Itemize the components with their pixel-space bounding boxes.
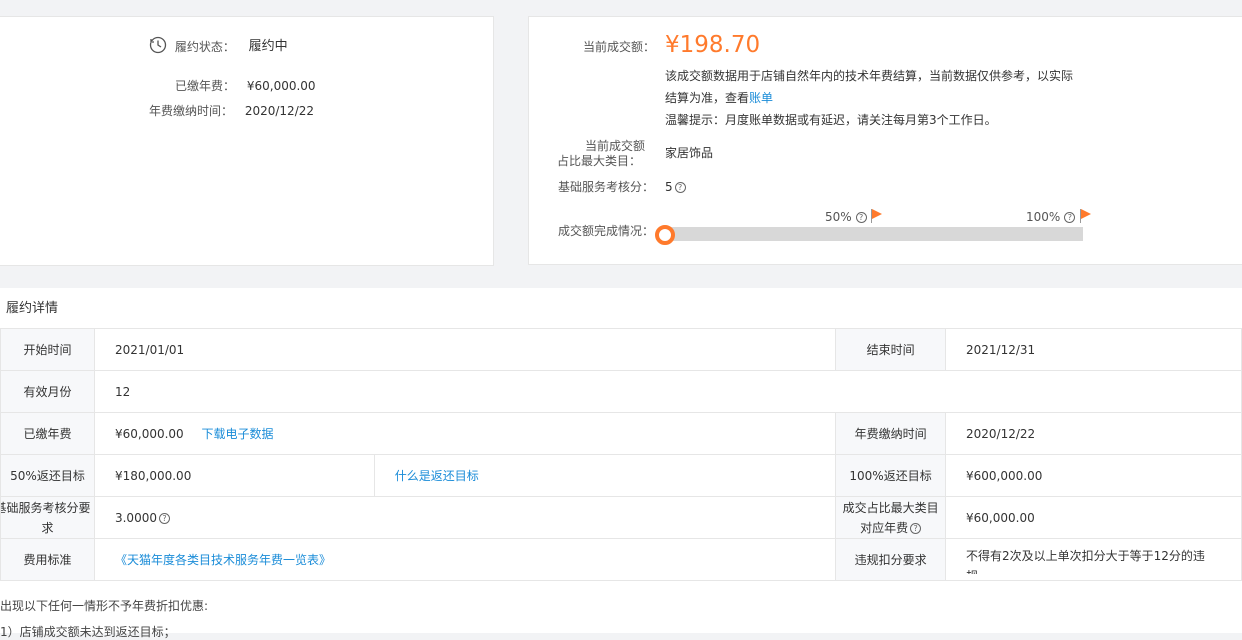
paid-time-table-value: 2020/12/22 [945, 412, 1242, 455]
status-row: 履约状态： 履约中 [149, 36, 288, 58]
flag-50-icon [871, 209, 882, 223]
violation-key: 违规扣分要求 [835, 538, 947, 581]
end-time-key: 结束时间 [835, 328, 947, 371]
fulfillment-summary-card: 履约状态： 履约中 已缴年费： ¥60,000.00 年费缴纳时间： 2020/… [0, 16, 494, 266]
category-value: 家居饰品 [665, 146, 714, 160]
category-label-line-2: 占比最大类目： [557, 154, 642, 168]
table-row: 有效月份 12 [0, 370, 1242, 413]
paid-time-key: 年费缴纳时间 [835, 412, 947, 455]
return-50-key: 50%返还目标 [0, 454, 95, 497]
paid-fee-cell: ¥60,000.00 下载电子数据 [93, 412, 837, 455]
category-label-line-1: 当前成交额 [585, 139, 646, 153]
category-fee-key: 成交占比最大类目 对应年费? [835, 496, 947, 539]
score-label: 基础服务考核分： [558, 180, 655, 194]
end-time-value: 2021/12/31 [945, 328, 1242, 371]
paid-fee-key: 已缴年费 [0, 412, 95, 455]
score-help-icon[interactable]: ? [674, 182, 686, 193]
violation-value-line-2: 规 [966, 566, 1241, 574]
valid-months-key: 有效月份 [0, 370, 95, 413]
fee-standard-link[interactable]: 《天猫年度各类目技术服务年费一览表》 [115, 553, 331, 567]
category-fee-key-line-2: 对应年费? [836, 518, 945, 538]
amount-label: 当前成交额： [583, 40, 656, 54]
progress-label: 成交额完成情况： [558, 224, 655, 238]
history-clock-icon [149, 36, 167, 58]
valid-months-value: 12 [93, 370, 1242, 413]
bill-link[interactable]: 账单 [749, 91, 773, 105]
marker-50: 50%? [825, 209, 867, 225]
detail-table: 开始时间 2021/01/01 结束时间 2021/12/31 有效月份 12 … [0, 328, 1242, 581]
transaction-card: 当前成交额： ¥198.70 该成交额数据用于店铺自然年内的技术年费结算，当前数… [528, 16, 1242, 265]
download-data-link[interactable]: 下载电子数据 [202, 427, 274, 441]
violation-cell: 不得有2次及以上单次扣分大于等于12分的违 规 [945, 538, 1242, 581]
table-row: 开始时间 2021/01/01 结束时间 2021/12/31 [0, 328, 1242, 371]
tip-text: 温馨提示：月度账单数据或有延迟，请关注每月第3个工作日。 [665, 113, 997, 127]
paid-time-row: 年费缴纳时间： 2020/12/22 [149, 103, 314, 119]
status-label: 履约状态： [174, 40, 235, 54]
violation-value: 不得有2次及以上单次扣分大于等于12分的违 [966, 548, 1205, 563]
return-target-help-cell: 什么是返还目标 [373, 454, 837, 497]
amount-desc-line-2: 结算为准，查看账单 [665, 90, 773, 106]
score-requirement-value: 3.0000 [114, 510, 157, 525]
category-fee-key-line-1: 成交占比最大类目 [842, 500, 939, 515]
flag-100-icon [1080, 209, 1091, 223]
start-time-key: 开始时间 [0, 328, 95, 371]
table-row: 50%返还目标 ¥180,000.00 什么是返还目标 100%返还目标 ¥60… [0, 454, 1242, 497]
marker-50-help-icon[interactable]: ? [855, 212, 867, 223]
fulfillment-detail-section: 履约详情 开始时间 2021/01/01 结束时间 2021/12/31 有效月… [0, 288, 1242, 639]
paid-fee-table-value: ¥60,000.00 [114, 427, 184, 441]
score-requirement-key-line-1: 基础服务考核分要 [0, 500, 91, 515]
marker-100-help-icon[interactable]: ? [1064, 212, 1076, 223]
paid-fee-value: ¥60,000.00 [246, 79, 316, 93]
score-requirement-cell: 3.0000? [93, 496, 837, 539]
category-fee-value: ¥60,000.00 [945, 496, 1242, 539]
detail-title: 履约详情 [6, 301, 59, 316]
notice-line-2: 1）店铺成交额未达到返还目标； [0, 625, 176, 639]
notice-line-1: 出现以下任何一情形不予年费折扣优惠: [0, 599, 209, 613]
amount-desc-line-1: 该成交额数据用于店铺自然年内的技术年费结算，当前数据仅供参考，以实际 [665, 69, 1074, 83]
progress-track [665, 227, 1083, 241]
score-value: 5 [665, 180, 673, 194]
amount-desc-text: 结算为准，查看 [665, 91, 750, 105]
status-value: 履约中 [248, 39, 288, 54]
category-fee-key-text: 对应年费 [860, 520, 909, 535]
table-row: 已缴年费 ¥60,000.00 下载电子数据 年费缴纳时间 2020/12/22 [0, 412, 1242, 455]
table-row: 基础服务考核分要 求 3.0000? 成交占比最大类目 对应年费? ¥60,00… [0, 496, 1242, 539]
score-requirement-key: 基础服务考核分要 求 [0, 496, 95, 539]
fee-standard-key: 费用标准 [0, 538, 95, 581]
marker-100-label: 100% [1026, 210, 1061, 224]
return-100-key: 100%返还目标 [835, 454, 947, 497]
marker-50-label: 50% [825, 210, 852, 224]
what-is-return-target-link[interactable]: 什么是返还目标 [395, 469, 479, 483]
start-time-value: 2021/01/01 [93, 328, 837, 371]
paid-fee-row: 已缴年费： ¥60,000.00 [175, 78, 316, 94]
return-50-value: ¥180,000.00 [93, 454, 375, 497]
amount-value: ¥198.70 [665, 32, 761, 58]
marker-100: 100%? [1026, 209, 1076, 225]
table-row: 费用标准 《天猫年度各类目技术服务年费一览表》 违规扣分要求 不得有2次及以上单… [0, 538, 1242, 581]
score-requirement-key-line-2: 求 [41, 520, 54, 535]
fee-standard-cell: 《天猫年度各类目技术服务年费一览表》 [93, 538, 837, 581]
paid-time-value: 2020/12/22 [244, 104, 315, 118]
score-row: 5? [665, 179, 686, 195]
progress-knob [655, 225, 675, 245]
paid-fee-label: 已缴年费： [175, 79, 236, 93]
return-100-value: ¥600,000.00 [945, 454, 1242, 497]
score-requirement-help-icon[interactable]: ? [158, 512, 170, 524]
paid-time-label: 年费缴纳时间： [149, 104, 234, 118]
category-fee-help-icon[interactable]: ? [910, 522, 922, 534]
